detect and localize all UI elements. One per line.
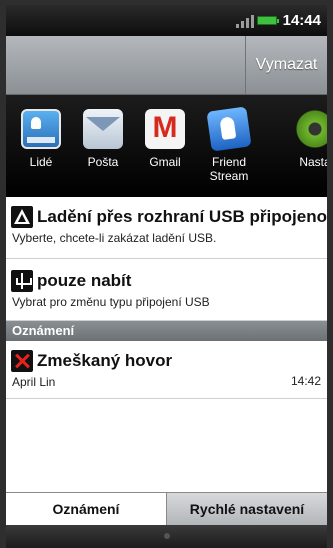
- notification-title: Zmeškaný hovor: [37, 351, 173, 370]
- friend-stream-icon: [206, 106, 252, 152]
- app-settings[interactable]: Nasta: [284, 109, 327, 169]
- usb-icon: [11, 270, 33, 292]
- caller-name: April Lin: [12, 375, 56, 389]
- clear-button[interactable]: Vymazat: [245, 36, 327, 94]
- app-gmail[interactable]: Gmail: [134, 109, 196, 169]
- tab-quick-settings[interactable]: Rychlé nastavení: [166, 493, 327, 525]
- notification-title: Ladění přes rozhraní USB připojeno: [37, 207, 327, 226]
- call-time: 14:42: [290, 374, 321, 388]
- warning-icon: [11, 206, 33, 228]
- gmail-icon: [145, 109, 185, 149]
- app-mail[interactable]: Pošta: [72, 109, 134, 169]
- notification-title: pouze nabít: [37, 271, 132, 290]
- notification-subtitle: Vyberte, chcete-li zakázat ladění USB.: [12, 231, 217, 245]
- notification-subtitle: Vybrat pro změnu typu připojení USB: [12, 295, 210, 309]
- app-label-line1: Friend: [211, 155, 246, 169]
- trackball-icon[interactable]: [164, 533, 170, 539]
- tab-notifications[interactable]: Oznámení: [6, 493, 166, 525]
- usb-debugging-notification[interactable]: Ladění přes rozhraní USB připojeno Vyber…: [6, 197, 327, 259]
- missed-call-icon: [11, 350, 33, 372]
- app-label: Pošta: [87, 155, 119, 169]
- phone-frame: 14:44 Vymazat Lidé Pošta Gmail Friend St…: [0, 0, 333, 548]
- notification-title-bar: Vymazat: [6, 36, 327, 95]
- hardware-bezel: [6, 525, 327, 548]
- notification-list: Ladění přes rozhraní USB připojeno Vyber…: [6, 197, 327, 399]
- battery-icon: [257, 16, 279, 25]
- status-bar: 14:44: [6, 5, 327, 36]
- usb-charge-notification[interactable]: pouze nabít Vybrat pro změnu typu připoj…: [6, 259, 327, 321]
- settings-icon: [295, 109, 327, 149]
- app-label: Nasta: [299, 155, 327, 169]
- signal-bars-icon: [236, 14, 254, 28]
- app-label: Lidé: [29, 155, 53, 169]
- app-label: Friend Stream: [198, 155, 260, 183]
- mail-icon: [83, 109, 123, 149]
- app-label: Gmail: [149, 155, 181, 169]
- app-label-line2: Stream: [209, 169, 249, 183]
- app-people[interactable]: Lidé: [10, 109, 72, 169]
- recent-apps-strip: Lidé Pošta Gmail Friend Stream Nasta: [6, 95, 327, 197]
- people-icon: [21, 109, 61, 149]
- bottom-tabs: Oznámení Rychlé nastavení: [6, 492, 327, 525]
- missed-call-notification[interactable]: Zmeškaný hovor April Lin 14:42: [6, 341, 327, 399]
- section-header: Oznámení: [6, 321, 327, 341]
- app-friend-stream[interactable]: Friend Stream: [198, 106, 260, 183]
- status-clock: 14:44: [282, 12, 321, 29]
